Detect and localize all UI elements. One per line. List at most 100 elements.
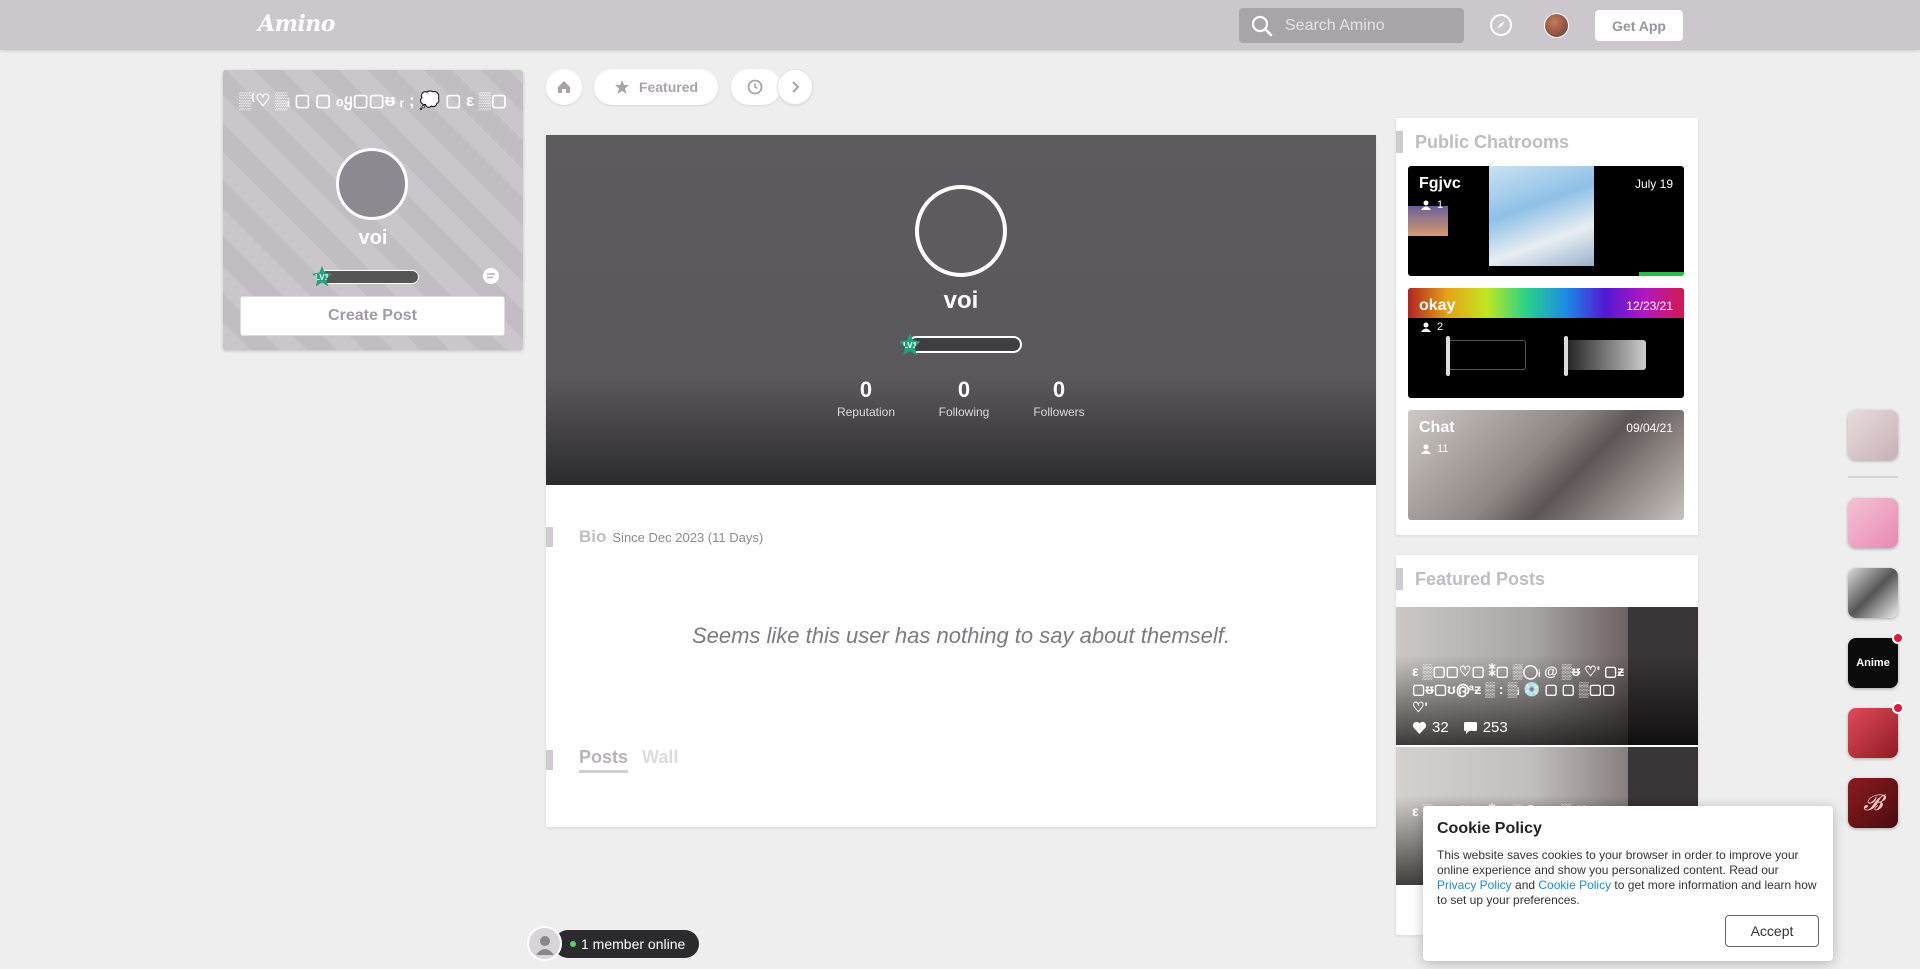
get-app-button[interactable]: Get App	[1595, 10, 1683, 41]
public-chatrooms-card: Public Chatrooms Fgjvc July 19 1 okay 12…	[1396, 118, 1698, 535]
people-icon	[1421, 200, 1431, 210]
section-marker	[1396, 568, 1403, 590]
chatroom-name: Fgjvc	[1419, 175, 1461, 192]
chatroom-name: Chat	[1419, 419, 1455, 436]
stat-value: 0	[859, 377, 873, 402]
level-progress-bar	[319, 270, 419, 284]
user-avatar[interactable]	[1544, 13, 1569, 38]
community-name[interactable]: ▒⁽♡ ▒ᵢ ▢ ▢ ℴყ▢▢ᵿ ᵣ ; 💭 ▢ ε ▒▢	[237, 90, 509, 112]
accept-button[interactable]: Accept	[1725, 915, 1819, 947]
bio-text: Seems like this user has nothing to say …	[691, 623, 1231, 648]
people-icon	[1421, 444, 1431, 454]
chatroom-name: okay	[1419, 297, 1456, 314]
featured-posts-label: Featured Posts	[1415, 568, 1546, 589]
chatroom-item[interactable]: Fgjvc July 19 1	[1408, 166, 1684, 276]
heart-icon	[1412, 721, 1427, 734]
compass-icon[interactable]	[1489, 13, 1513, 37]
star-icon	[614, 80, 629, 94]
stat-followers[interactable]: 0 Followers	[1014, 377, 1104, 419]
comment-icon	[1463, 721, 1477, 734]
user-icon	[535, 935, 554, 955]
featured-post[interactable]: ε ▒▢▢♡▢ ⁑▢ ▒◯ᵢ @ ▒ᵿ ♡' ▢ᵶ▢ᵿ▢ʊ൫ᵃᵶ ▒ : ▒ᵢ …	[1396, 607, 1698, 745]
divider	[1848, 476, 1898, 478]
stat-value: 0	[1052, 377, 1066, 402]
community-icon[interactable]: Anime	[1848, 632, 1904, 688]
tab-posts[interactable]: Posts	[579, 747, 629, 773]
post-comments: 253	[1463, 719, 1508, 736]
tab-recent[interactable]	[731, 69, 781, 105]
chatroom-members: 11	[1419, 443, 1448, 455]
chatroom-image	[1489, 166, 1594, 266]
post-likes: 32	[1412, 719, 1449, 736]
online-dot	[570, 940, 576, 947]
create-post-button[interactable]: Create Post	[240, 296, 505, 336]
stat-label: Reputation	[836, 405, 896, 419]
tab-wall[interactable]: Wall	[642, 747, 678, 768]
section-marker	[546, 750, 553, 770]
chatroom-image	[1446, 340, 1526, 370]
stat-label: Following	[938, 405, 990, 419]
online-avatar	[527, 926, 562, 961]
cookie-policy-link[interactable]: Cookie Policy	[1538, 878, 1611, 892]
tabs-next-button[interactable]	[777, 69, 813, 105]
online-pill: 1 member online	[554, 929, 700, 958]
cookie-text-part: and	[1511, 878, 1539, 892]
community-icon[interactable]	[1848, 410, 1898, 460]
chatroom-item[interactable]: Chat 09/04/21 11	[1408, 410, 1684, 520]
post-title: ε ▒▢▢♡▢ ⁑▢ ▒◯ᵢ @ ▒ᵿ ♡' ▢ᵶ▢ᵿ▢ʊ൫ᵃᵶ ▒ : ▒ᵢ …	[1412, 663, 1625, 715]
cookie-title: Cookie Policy	[1437, 820, 1542, 837]
community-icon[interactable]	[1848, 498, 1898, 548]
search-icon	[1251, 15, 1273, 37]
chatroom-member-count: 11	[1437, 443, 1449, 455]
tab-featured[interactable]: Featured	[594, 69, 718, 105]
community-icon[interactable]	[1848, 568, 1898, 618]
stat-label: Followers	[1033, 405, 1085, 419]
bio-since: Since Dec 2023 (11 Days)	[612, 530, 764, 545]
featured-posts-title: Featured Posts	[1396, 568, 1545, 590]
post-comments-count: 253	[1482, 719, 1508, 736]
cookie-text: This website saves cookies to your brows…	[1437, 848, 1819, 908]
post-stats: 32 253	[1412, 719, 1508, 736]
community-icon-label: Anime	[1856, 657, 1890, 669]
community-icon[interactable]: 𝓑	[1848, 778, 1898, 828]
avatar[interactable]	[336, 148, 408, 220]
members-online[interactable]: 1 member online	[527, 926, 700, 961]
profile-avatar[interactable]	[915, 185, 1007, 277]
public-chatrooms-label: Public Chatrooms	[1415, 131, 1570, 152]
community-icon[interactable]	[1848, 702, 1904, 758]
posts-section-header: Posts Wall	[546, 747, 678, 773]
chatroom-indicator	[1639, 272, 1684, 276]
chatroom-date: 12/23/21	[1626, 299, 1673, 313]
chatroom-image	[1566, 340, 1646, 370]
chatroom-member-count: 2	[1437, 321, 1444, 333]
search-input[interactable]	[1285, 8, 1455, 43]
chevron-right-icon	[792, 81, 800, 93]
notification-dot	[1892, 632, 1904, 644]
amino-logo[interactable]: Amino	[258, 11, 335, 37]
bio-section-header: Bio Since Dec 2023 (11 Days)	[546, 527, 763, 547]
profile-username: voi	[943, 287, 979, 314]
online-text: 1 member online	[581, 935, 686, 952]
chat-bubble-icon[interactable]	[481, 266, 501, 286]
bio-title: Bio	[579, 527, 607, 546]
chatroom-date: 09/04/21	[1626, 421, 1673, 435]
stat-following[interactable]: 0 Following	[919, 377, 1009, 419]
stat-reputation: 0 Reputation	[821, 377, 911, 419]
profile-header: voi LV1 0 Reputation 0 Following 0 Follo…	[546, 135, 1376, 485]
chatroom-member-count: 1	[1437, 199, 1444, 211]
username[interactable]: voi	[223, 227, 523, 250]
people-icon	[1421, 322, 1431, 332]
home-icon	[558, 81, 570, 93]
chatroom-image	[1446, 336, 1450, 376]
section-marker	[546, 527, 553, 547]
cookie-text-part: This website saves cookies to your brows…	[1437, 848, 1799, 877]
chatroom-members: 1	[1419, 199, 1443, 211]
chatroom-item[interactable]: okay 12/23/21 2	[1408, 288, 1684, 398]
search-box[interactable]	[1239, 8, 1464, 43]
privacy-policy-link[interactable]: Privacy Policy	[1437, 878, 1512, 892]
home-button[interactable]	[546, 69, 582, 105]
chatroom-date: July 19	[1634, 177, 1673, 191]
community-card: ▒⁽♡ ▒ᵢ ▢ ▢ ℴყ▢▢ᵿ ᵣ ; 💭 ▢ ε ▒▢ voi LV1 Cr…	[223, 70, 523, 350]
cookie-banner: Cookie Policy This website saves cookies…	[1423, 806, 1833, 961]
section-marker	[1396, 131, 1403, 153]
